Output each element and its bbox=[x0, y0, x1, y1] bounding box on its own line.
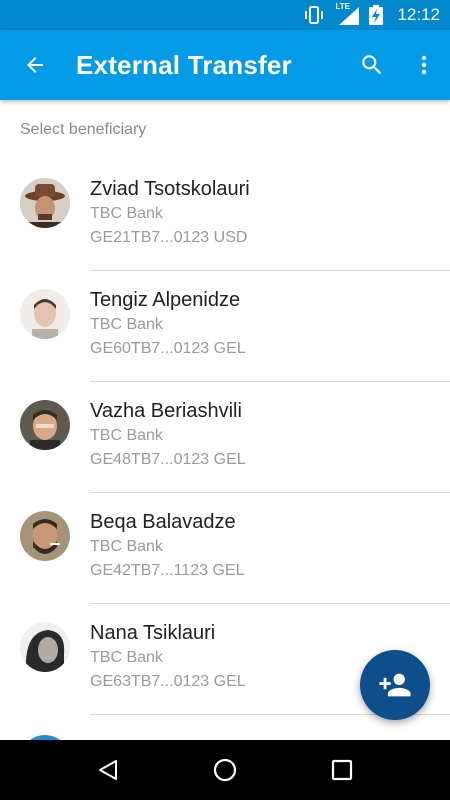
avatar bbox=[20, 178, 70, 228]
signal-icon: LTE bbox=[335, 2, 360, 25]
home-circle-icon bbox=[213, 758, 237, 782]
beneficiary-account: GE42TB7...1123 GEL bbox=[90, 562, 245, 579]
beneficiary-name: Tengiz Alpenidze bbox=[90, 289, 241, 311]
nav-back-button[interactable] bbox=[78, 740, 138, 800]
avatar bbox=[20, 511, 70, 561]
status-bar: LTE 12:12 bbox=[0, 0, 450, 30]
beneficiary-item[interactable]: Tengiz Alpenidze TBC Bank GE60TB7...0123… bbox=[0, 271, 450, 382]
nav-recents-button[interactable] bbox=[312, 740, 372, 800]
more-vert-icon bbox=[421, 55, 427, 75]
page-title: External Transfer bbox=[76, 49, 292, 80]
beneficiary-bank: TBC Bank bbox=[90, 316, 163, 333]
avatar bbox=[20, 289, 70, 339]
beneficiary-bank: TBC Bank bbox=[90, 205, 163, 222]
add-beneficiary-button[interactable] bbox=[360, 650, 430, 720]
beneficiary-account: GE48TB7...0123 GEL bbox=[90, 451, 246, 468]
section-label: Select beneficiary bbox=[20, 121, 147, 138]
beneficiary-bank: TBC Bank bbox=[90, 538, 163, 555]
beneficiary-name: Beqa Balavadze bbox=[90, 511, 236, 533]
app-bar: External Transfer bbox=[0, 30, 450, 100]
back-triangle-icon bbox=[99, 760, 118, 780]
more-options-button[interactable] bbox=[398, 30, 450, 100]
status-time: 12:12 bbox=[397, 5, 440, 24]
beneficiary-account: GE63TB7...0123 GEL bbox=[90, 673, 246, 690]
arrow-back-icon bbox=[27, 57, 43, 73]
avatar bbox=[20, 400, 70, 450]
system-nav-bar bbox=[0, 740, 450, 800]
search-icon bbox=[362, 55, 382, 75]
network-type-label: LTE bbox=[335, 2, 350, 11]
nav-home-button[interactable] bbox=[195, 740, 255, 800]
search-button[interactable] bbox=[346, 30, 398, 100]
vibrate-icon bbox=[303, 6, 325, 24]
avatar bbox=[20, 622, 70, 672]
beneficiary-account: GE21TB7...0123 USD bbox=[90, 229, 248, 246]
back-button[interactable] bbox=[0, 30, 70, 100]
beneficiary-item[interactable]: Beqa Balavadze TBC Bank GE42TB7...1123 G… bbox=[0, 493, 450, 604]
battery-charging-icon bbox=[369, 5, 384, 25]
beneficiary-account: GE60TB7...0123 GEL bbox=[90, 340, 246, 357]
beneficiary-item[interactable]: Vazha Beriashvili TBC Bank GE48TB7...012… bbox=[0, 382, 450, 493]
beneficiary-name: Vazha Beriashvili bbox=[90, 400, 242, 422]
beneficiary-bank: TBC Bank bbox=[90, 427, 163, 444]
person-add-icon bbox=[379, 673, 411, 697]
beneficiary-bank: TBC Bank bbox=[90, 649, 163, 666]
beneficiary-name: Zviad Tsotskolauri bbox=[90, 178, 250, 200]
beneficiary-item[interactable]: Zviad Tsotskolauri TBC Bank GE21TB7...01… bbox=[0, 160, 450, 271]
recents-square-icon bbox=[331, 759, 352, 781]
beneficiary-name: Nana Tsiklauri bbox=[90, 622, 216, 644]
beneficiary-list-container: Select beneficiary Zviad Tsotskolauri TB… bbox=[0, 100, 450, 740]
